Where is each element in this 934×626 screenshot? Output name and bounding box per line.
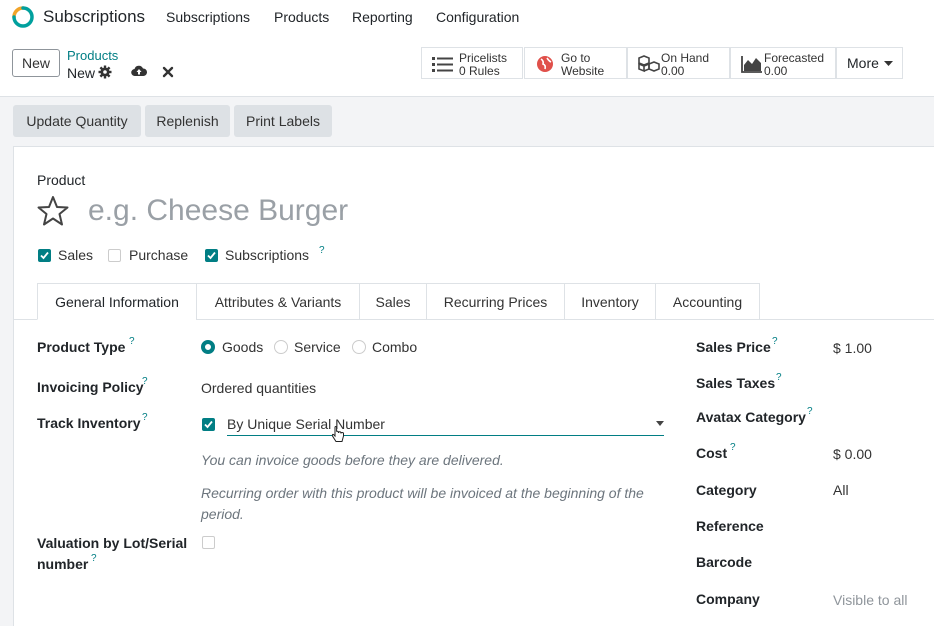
app-logo-icon[interactable] [12, 6, 34, 28]
service-label: Service [294, 339, 341, 355]
hand-cursor-icon [331, 426, 344, 442]
forecasted-label: Forecasted [764, 51, 825, 65]
subscriptions-label: Subscriptions [225, 247, 310, 263]
cost-help-icon[interactable]: ? [730, 442, 736, 453]
recurring-note-line1: Recurring order with this product will b… [201, 485, 644, 501]
website-label: Website [561, 64, 605, 78]
go-to-label: Go to [561, 51, 591, 65]
cost-label: Cost [696, 445, 728, 461]
replenish-button[interactable]: Replenish [145, 105, 230, 137]
sales-label: Sales [58, 247, 94, 263]
tab-general-information[interactable]: General Information [37, 283, 197, 320]
valuation-label-line2: number [37, 556, 89, 572]
print-labels-button[interactable]: Print Labels [234, 105, 332, 137]
barcode-label: Barcode [696, 554, 753, 570]
avatax-category-label: Avatax Category [696, 409, 806, 425]
purchase-label: Purchase [129, 247, 189, 263]
tab-sales[interactable]: Sales [359, 283, 427, 320]
goods-label: Goods [222, 339, 264, 355]
new-button[interactable]: New [12, 49, 60, 77]
track-inventory-help-icon[interactable]: ? [142, 412, 148, 423]
combo-label: Combo [372, 339, 418, 355]
more-label: More [847, 55, 879, 71]
check-icon [204, 420, 213, 429]
check-icon [40, 251, 49, 260]
forecasted-value: 0.00 [764, 64, 788, 78]
track-inventory-checkbox[interactable] [202, 418, 215, 431]
breadcrumb-products[interactable]: Products [67, 48, 118, 63]
cloud-upload-icon[interactable] [131, 64, 147, 78]
service-radio[interactable] [274, 340, 288, 354]
menu-configuration[interactable]: Configuration [436, 9, 519, 25]
gear-icon[interactable] [98, 65, 112, 79]
breadcrumb-current: New [67, 65, 96, 81]
category-label: Category [696, 482, 757, 498]
cubes-icon [638, 55, 660, 73]
pricelists-label: Pricelists [459, 51, 508, 65]
app-name[interactable]: Subscriptions [43, 7, 145, 27]
tab-recurring-prices[interactable]: Recurring Prices [426, 283, 565, 320]
subscriptions-help-icon[interactable]: ? [319, 245, 325, 256]
tab-accounting[interactable]: Accounting [655, 283, 760, 320]
pricelists-value: 0 Rules [459, 64, 500, 78]
category-value[interactable]: All [833, 482, 849, 498]
company-value[interactable]: Visible to all [833, 592, 907, 608]
update-quantity-button[interactable]: Update Quantity [13, 105, 141, 137]
valuation-label-line1: Valuation by Lot/Serial [37, 535, 188, 551]
pricelists-stat-button[interactable]: Pricelists 0 Rules [421, 47, 523, 79]
top-navbar: Subscriptions Subscriptions Products Rep… [0, 0, 934, 34]
star-icon[interactable] [37, 195, 69, 227]
list-icon [432, 57, 453, 72]
invoicing-policy-value[interactable]: Ordered quantities [201, 380, 316, 396]
invoicing-policy-help-icon[interactable]: ? [142, 376, 148, 387]
go-to-website-stat-button[interactable]: Go to Website [524, 47, 627, 79]
purchase-checkbox[interactable] [108, 249, 121, 262]
on-hand-stat-button[interactable]: On Hand 0.00 [627, 47, 730, 79]
tracking-select[interactable]: By Unique Serial Number [227, 416, 385, 432]
menu-products[interactable]: Products [274, 9, 329, 25]
recurring-note-line2: period. [201, 506, 244, 522]
avatax-category-help-icon[interactable]: ? [807, 406, 813, 417]
caret-down-icon [884, 61, 893, 66]
menu-reporting[interactable]: Reporting [352, 9, 413, 25]
check-icon [207, 251, 216, 260]
sales-price-label: Sales Price [696, 339, 771, 355]
company-label: Company [696, 591, 760, 607]
cost-value[interactable]: $ 0.00 [833, 446, 872, 462]
subscriptions-checkbox[interactable] [205, 249, 218, 262]
on-hand-label: On Hand [661, 51, 710, 65]
sales-checkbox[interactable] [38, 249, 51, 262]
invoice-note: You can invoice goods before they are de… [201, 452, 504, 468]
area-chart-icon [741, 56, 762, 73]
tracking-select-underline [227, 435, 664, 436]
combo-radio[interactable] [352, 340, 366, 354]
product-type-help-icon[interactable]: ? [129, 336, 135, 347]
forecasted-stat-button[interactable]: Forecasted 0.00 [730, 47, 836, 79]
discard-icon[interactable] [162, 66, 174, 78]
track-inventory-label: Track Inventory [37, 415, 141, 431]
valuation-help-icon[interactable]: ? [91, 553, 97, 564]
tab-inventory[interactable]: Inventory [564, 283, 656, 320]
product-name-input[interactable]: e.g. Cheese Burger [88, 194, 348, 228]
sales-taxes-help-icon[interactable]: ? [776, 372, 782, 383]
goods-radio[interactable] [201, 340, 215, 354]
select-caret-icon[interactable] [656, 421, 664, 426]
menu-subscriptions[interactable]: Subscriptions [166, 9, 250, 25]
product-type-label: Product Type [37, 339, 126, 355]
tab-attributes-variants[interactable]: Attributes & Variants [196, 283, 360, 320]
valuation-checkbox[interactable] [202, 536, 215, 549]
control-panel: New Products New Pricelists 0 Rules Go t… [0, 34, 934, 97]
more-dropdown-button[interactable]: More [836, 47, 903, 79]
reference-label: Reference [696, 518, 764, 534]
globe-icon [537, 56, 553, 72]
invoicing-policy-label: Invoicing Policy [37, 379, 144, 395]
product-label: Product [37, 172, 86, 188]
sales-price-help-icon[interactable]: ? [772, 336, 778, 347]
sales-taxes-label: Sales Taxes [696, 375, 776, 391]
on-hand-value: 0.00 [661, 64, 685, 78]
sales-price-value[interactable]: $ 1.00 [833, 340, 872, 356]
